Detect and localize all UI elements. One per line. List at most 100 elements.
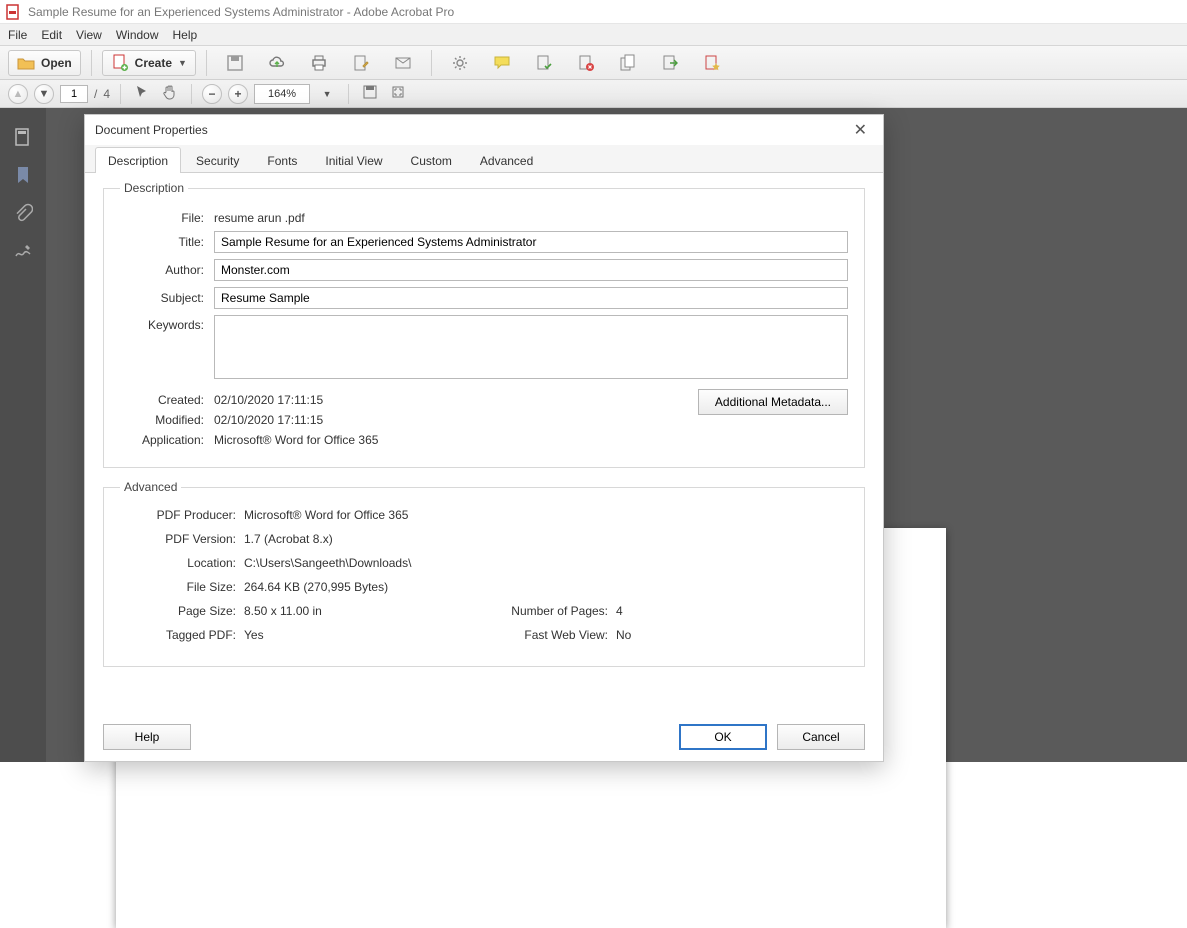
doc-copy-icon	[619, 54, 637, 72]
description-group: Description File: resume arun .pdf Title…	[103, 181, 865, 468]
selection-tool-button[interactable]	[131, 84, 153, 104]
keywords-input[interactable]	[214, 315, 848, 379]
advanced-legend: Advanced	[120, 480, 181, 494]
author-label: Author:	[120, 263, 204, 277]
modified-label: Modified:	[120, 413, 204, 427]
minus-icon: −	[209, 87, 216, 101]
arrow-up-icon: ▲	[13, 88, 24, 100]
doc-export-icon	[661, 54, 679, 72]
save-button[interactable]	[217, 50, 253, 76]
attachments-panel-button[interactable]	[12, 202, 34, 224]
author-input[interactable]	[214, 259, 848, 281]
modified-value: 02/10/2020 17:11:15	[214, 413, 323, 427]
separator	[120, 84, 121, 104]
edit-doc-icon	[352, 54, 370, 72]
page-down-button[interactable]: ▼	[34, 84, 54, 104]
page-number-input[interactable]	[60, 85, 88, 103]
tab-fonts[interactable]: Fonts	[254, 147, 310, 173]
pdf-version-label: PDF Version:	[126, 532, 236, 546]
file-row: File: resume arun .pdf	[120, 211, 848, 225]
create-label: Create	[135, 56, 172, 70]
file-size-value: 264.64 KB (270,995 Bytes)	[244, 580, 842, 594]
page-size-label: Page Size:	[126, 604, 236, 618]
separator	[431, 50, 432, 76]
folder-open-icon	[17, 54, 35, 72]
additional-metadata-button[interactable]: Additional Metadata...	[698, 389, 848, 415]
author-row: Author:	[120, 259, 848, 281]
doc-delete-button[interactable]	[568, 50, 604, 76]
tab-advanced[interactable]: Advanced	[467, 147, 546, 173]
save-copy-button[interactable]	[359, 84, 381, 104]
page-separator: /	[94, 87, 97, 101]
page-up-button[interactable]: ▲	[8, 84, 28, 104]
save-icon	[363, 85, 377, 102]
menu-bar: File Edit View Window Help	[0, 24, 1187, 46]
cancel-button[interactable]: Cancel	[777, 724, 865, 750]
menu-help[interactable]: Help	[173, 28, 198, 42]
subject-input[interactable]	[214, 287, 848, 309]
thumbnails-panel-button[interactable]	[12, 126, 34, 148]
tab-description[interactable]: Description	[95, 147, 181, 173]
navigation-toolbar: ▲ ▼ / 4 − + 164% ▼	[0, 80, 1187, 108]
advanced-grid: PDF Producer: Microsoft® Word for Office…	[120, 504, 848, 652]
open-button[interactable]: Open	[8, 50, 81, 76]
title-input[interactable]	[214, 231, 848, 253]
description-legend: Description	[120, 181, 188, 195]
chevron-down-icon: ▼	[323, 89, 332, 99]
title-bar: Sample Resume for an Experienced Systems…	[0, 0, 1187, 24]
zoom-dropdown-button[interactable]: ▼	[316, 84, 338, 104]
pdf-version-value: 1.7 (Acrobat 8.x)	[244, 532, 842, 546]
create-pdf-icon	[111, 54, 129, 72]
zoom-value: 164%	[268, 88, 296, 100]
ok-button[interactable]: OK	[679, 724, 767, 750]
save-icon	[226, 54, 244, 72]
doc-star-button[interactable]	[694, 50, 730, 76]
keywords-label: Keywords:	[120, 315, 204, 332]
app-pdf-icon	[6, 4, 22, 20]
fast-web-view-label: Fast Web View:	[478, 628, 608, 642]
separator	[191, 84, 192, 104]
menu-window[interactable]: Window	[116, 28, 159, 42]
edit-button[interactable]	[343, 50, 379, 76]
separator	[91, 50, 92, 76]
chevron-down-icon: ▼	[178, 58, 187, 68]
hand-tool-button[interactable]	[159, 84, 181, 104]
separator	[348, 84, 349, 104]
tab-custom[interactable]: Custom	[398, 147, 465, 173]
settings-button[interactable]	[442, 50, 478, 76]
cloud-button[interactable]	[259, 50, 295, 76]
side-panel	[0, 108, 46, 762]
zoom-in-button[interactable]: +	[228, 84, 248, 104]
modified-row: Modified: 02/10/2020 17:11:15	[120, 413, 848, 427]
tab-initial-view[interactable]: Initial View	[312, 147, 395, 173]
comment-button[interactable]	[484, 50, 520, 76]
menu-view[interactable]: View	[76, 28, 102, 42]
bookmarks-panel-button[interactable]	[12, 164, 34, 186]
tab-security[interactable]: Security	[183, 147, 252, 173]
print-button[interactable]	[301, 50, 337, 76]
subject-label: Subject:	[120, 291, 204, 305]
hand-icon	[162, 84, 178, 103]
zoom-level-display[interactable]: 164%	[254, 84, 310, 104]
menu-edit[interactable]: Edit	[41, 28, 62, 42]
number-pages-value: 4	[616, 604, 842, 618]
close-button[interactable]: ✕	[848, 118, 873, 142]
doc-star-icon	[703, 54, 721, 72]
fit-page-button[interactable]	[387, 84, 409, 104]
doc-export-button[interactable]	[652, 50, 688, 76]
printer-icon	[310, 54, 328, 72]
open-label: Open	[41, 56, 72, 70]
doc-copy-button[interactable]	[610, 50, 646, 76]
mail-button[interactable]	[385, 50, 421, 76]
location-label: Location:	[126, 556, 236, 570]
create-button[interactable]: Create ▼	[102, 50, 196, 76]
doc-check-button[interactable]	[526, 50, 562, 76]
signatures-panel-button[interactable]	[12, 240, 34, 262]
help-button[interactable]: Help	[103, 724, 191, 750]
application-value: Microsoft® Word for Office 365	[214, 433, 378, 447]
file-value: resume arun .pdf	[214, 211, 305, 225]
menu-file[interactable]: File	[8, 28, 27, 42]
cursor-icon	[135, 85, 149, 102]
zoom-out-button[interactable]: −	[202, 84, 222, 104]
application-row: Application: Microsoft® Word for Office …	[120, 433, 848, 447]
